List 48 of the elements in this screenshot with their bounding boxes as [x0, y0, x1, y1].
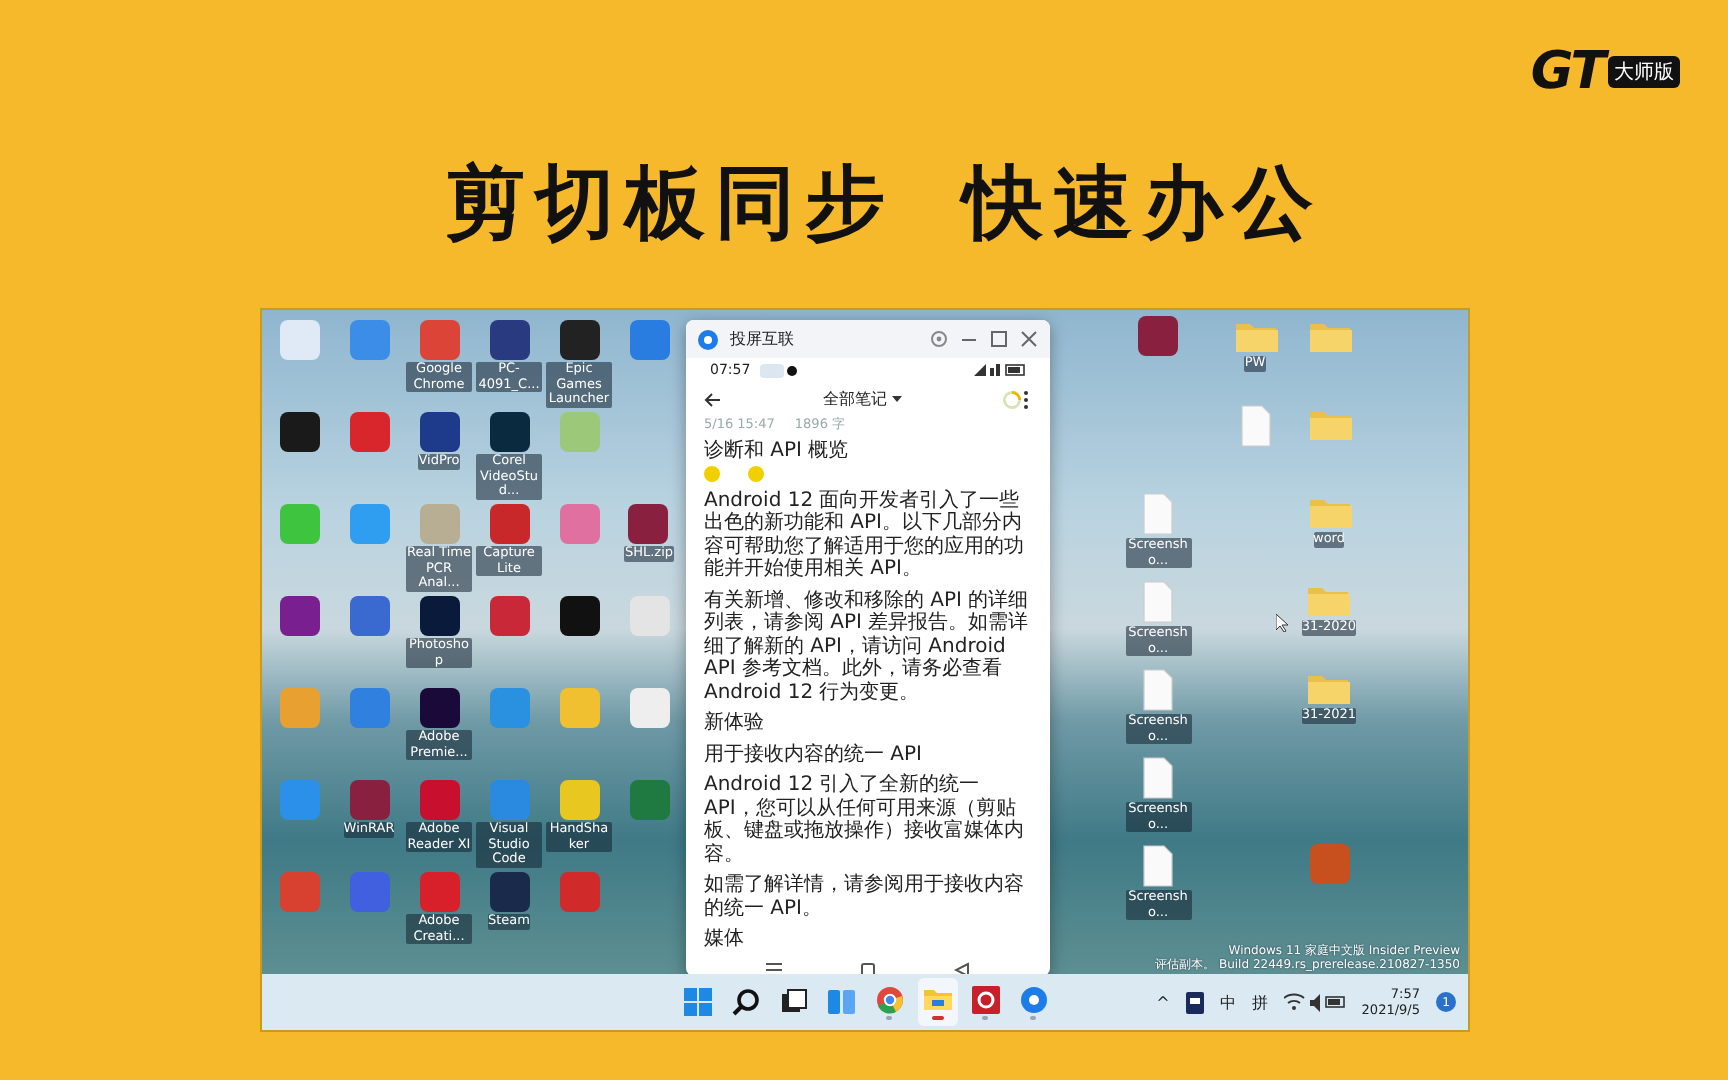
- status-badge-icon: [760, 363, 799, 377]
- widgets-icon: [827, 988, 856, 1016]
- folder-icon: [923, 985, 952, 1013]
- headline: 剪切板同步: [445, 156, 895, 254]
- search-icon: [731, 988, 760, 1016]
- settings-icon[interactable]: [930, 330, 948, 348]
- note-paragraph: Android 12 引入了全新的统一 API，您可以从任何可用来源（剪贴板、键盘或拖放操作）接收富媒体内容。: [704, 774, 1026, 866]
- document-icon: [1138, 580, 1178, 624]
- more-icon[interactable]: [1022, 389, 1034, 409]
- note-paragraph: Android 12 面向开发者引入了一些出色的新功能和 API。以下几部分内容可帮助您了解适用于您的应用的功能并开始使用相关 API。: [704, 489, 1026, 581]
- note-paragraph: 有关新增、修改和移除的 API 的详细列表，请参阅 API 差异报告。如需详细了解新的 API，请访问 Android API 参考文档。此外，请务必查看 Android 12 行为变更。: [704, 589, 1031, 704]
- selection-handle-icon[interactable]: [748, 465, 764, 481]
- camera-app-icon: [971, 985, 1000, 1013]
- document-icon: [1138, 668, 1178, 712]
- tray-chevron[interactable]: ^: [1156, 993, 1170, 1011]
- input-method-indicator[interactable]: 拼: [1251, 991, 1268, 1013]
- document-icon: [1138, 756, 1178, 800]
- note-paragraph: 用于接收内容的统一 API: [704, 743, 924, 766]
- document-icon: [1138, 844, 1178, 888]
- selection-handle-icon[interactable]: [704, 465, 720, 481]
- close-icon[interactable]: [1020, 330, 1038, 348]
- task-view-icon: [779, 988, 808, 1016]
- document-icon: [1235, 404, 1275, 448]
- mouse-pointer-icon: [1276, 614, 1288, 632]
- tray-app-icon[interactable]: [1185, 991, 1204, 1013]
- maximize-icon[interactable]: [990, 330, 1008, 348]
- menu-icon[interactable]: [765, 961, 782, 974]
- back-triangle-icon[interactable]: [954, 961, 971, 974]
- document-icon: [1138, 492, 1178, 536]
- input-method-indicator[interactable]: 中: [1219, 991, 1236, 1013]
- logo-badge: 大师版: [1608, 56, 1680, 88]
- notes-title[interactable]: 全部笔记: [823, 388, 887, 410]
- start-icon: [683, 988, 712, 1016]
- dropdown-caret-icon[interactable]: [891, 396, 901, 402]
- back-arrow-icon[interactable]: [702, 389, 722, 409]
- note-heading: 诊断和 API 概览: [704, 440, 851, 463]
- mirror-app-icon: [1019, 985, 1048, 1013]
- signal-battery-icon: [974, 362, 1026, 378]
- window-title: 投屏互联: [730, 328, 794, 350]
- note-paragraph: 新体验: [704, 712, 766, 735]
- note-paragraph: 媒体: [704, 928, 746, 951]
- app-logo-icon: [698, 329, 718, 349]
- sync-spinner-icon: [1002, 389, 1022, 409]
- logo-mark: GT: [1530, 50, 1604, 94]
- headline: 快速办公: [963, 156, 1323, 254]
- browser-icon: [875, 985, 904, 1013]
- note-paragraph: 如需了解详情，请参阅用于接收内容的统一 API。: [704, 874, 1026, 920]
- network-volume-battery-icon[interactable]: [1283, 992, 1346, 1012]
